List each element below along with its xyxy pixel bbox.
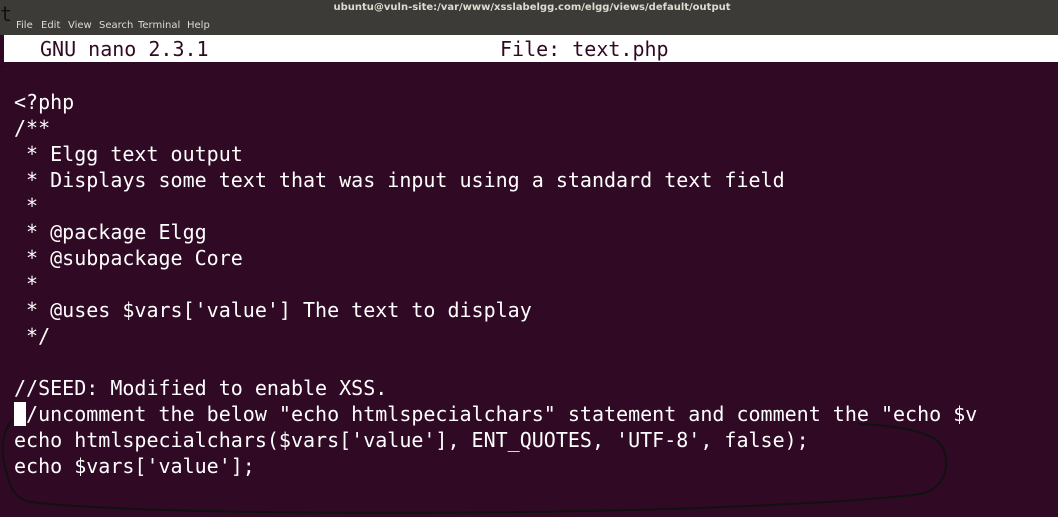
code-line: * @package Elgg	[14, 220, 207, 244]
code-line: /**	[14, 116, 51, 140]
window-titlebar[interactable]: ubuntu@vuln-site:/var/www/xsslabelgg.com…	[0, 0, 1064, 17]
menu-search[interactable]: Search	[99, 20, 133, 31]
menu-edit[interactable]: Edit	[41, 20, 60, 31]
code-line: //uncomment the below "echo htmlspecialc…	[14, 402, 978, 426]
menu-file[interactable]: File	[16, 20, 33, 31]
code-line: echo $vars['value'];	[14, 454, 255, 478]
code-line: * Displays some text that was input usin…	[14, 168, 785, 192]
menu-help[interactable]: Help	[187, 20, 210, 31]
menu-view[interactable]: View	[68, 20, 92, 31]
code-line: *	[14, 194, 39, 218]
corner-mark-top: t	[0, 2, 13, 26]
terminal-menubar: File Edit View Search Terminal Help	[0, 17, 1064, 35]
window-right-edge	[1058, 0, 1064, 517]
code-line: * @subpackage Core	[14, 246, 243, 270]
nano-header-bar: GNU nano 2.3.1 File: text.php	[12, 36, 1058, 62]
nano-filename: File: text.php	[500, 37, 669, 61]
code-line: echo htmlspecialchars($vars['value'], EN…	[14, 428, 809, 452]
code-line: <?php	[14, 90, 75, 114]
code-line: * @uses $vars['value'] The text to displ…	[14, 298, 532, 322]
code-line: *	[14, 272, 39, 296]
code-line: */	[14, 324, 51, 348]
code-line: //SEED: Modified to enable XSS.	[14, 376, 388, 400]
editor-area[interactable]: <?php /** * Elgg text output * Displays …	[4, 62, 1058, 517]
code-line: * Elgg text output	[14, 142, 243, 166]
nano-version: GNU nano 2.3.1	[40, 37, 209, 61]
menu-terminal[interactable]: Terminal	[138, 20, 180, 31]
window-title: ubuntu@vuln-site:/var/www/xsslabelgg.com…	[333, 2, 731, 13]
